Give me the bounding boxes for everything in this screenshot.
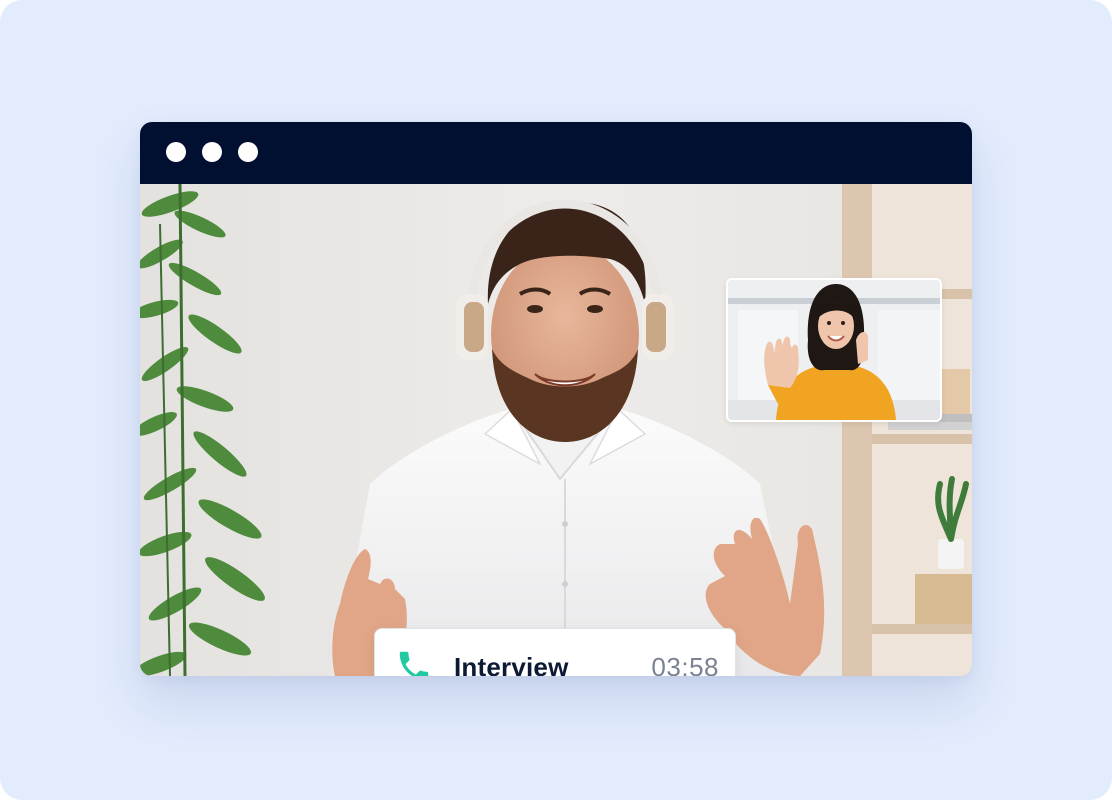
window-control-dot[interactable] <box>202 142 222 162</box>
window-control-dot[interactable] <box>238 142 258 162</box>
bookshelf <box>842 184 972 676</box>
pip-participant-video <box>728 280 940 420</box>
call-status-bar: Interview 03:58 <box>374 628 736 676</box>
call-duration: 03:58 <box>651 652 719 676</box>
main-video-feed: Interview 03:58 <box>140 184 972 676</box>
window-titlebar <box>140 122 972 184</box>
video-call-window: Interview 03:58 <box>140 122 972 676</box>
app-background: Interview 03:58 <box>0 0 1112 800</box>
phone-icon[interactable] <box>395 647 433 676</box>
window-control-dot[interactable] <box>166 142 186 162</box>
main-participant-video <box>140 184 972 676</box>
call-title: Interview <box>454 652 569 676</box>
self-view-video[interactable] <box>726 278 942 422</box>
